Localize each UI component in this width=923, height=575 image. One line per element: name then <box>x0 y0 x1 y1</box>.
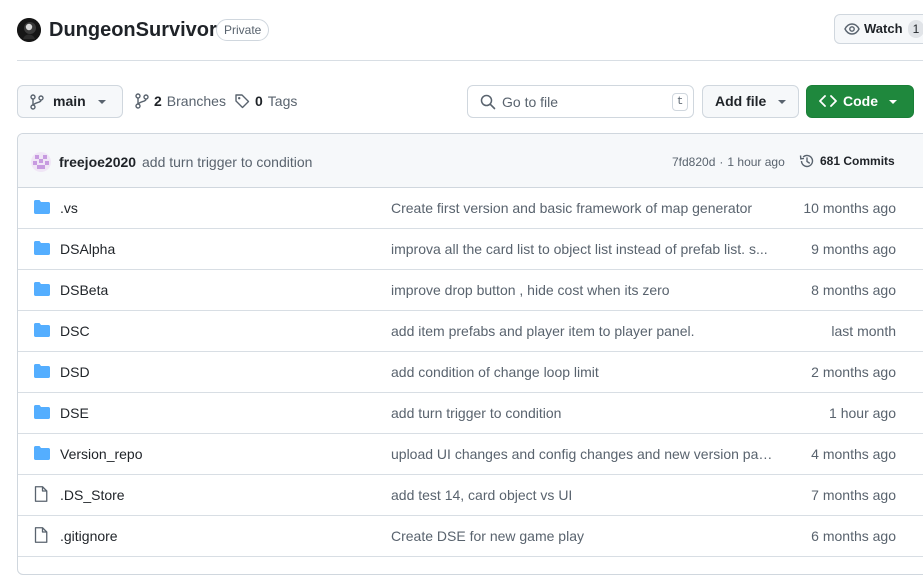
file-commit-date: 2 months ago <box>811 364 896 380</box>
watch-button[interactable]: Watch 1 <box>834 14 923 44</box>
file-commit-date: 6 months ago <box>811 528 896 544</box>
file-icon <box>34 527 48 543</box>
search-shortcut-key: t <box>672 93 688 111</box>
tags-count: 0 <box>255 93 263 109</box>
watch-label: Watch <box>864 21 903 36</box>
file-name-link[interactable]: Version_repo <box>60 445 143 463</box>
commit-hash[interactable]: 7fd820d <box>672 155 715 169</box>
file-commit-date: 8 months ago <box>811 282 896 298</box>
add-file-button[interactable]: Add file <box>702 85 799 118</box>
repo-owner-avatar[interactable] <box>17 18 41 42</box>
file-commit-message-link[interactable]: improva all the card list to object list… <box>391 240 776 258</box>
git-branch-icon <box>135 93 149 109</box>
code-icon <box>819 95 837 107</box>
folder-icon <box>34 364 50 378</box>
commit-separator: · <box>719 155 724 169</box>
commit-author-avatar[interactable] <box>31 152 51 172</box>
file-row[interactable]: .DS_Store add test 14, card object vs UI 7… <box>18 475 923 516</box>
folder-icon <box>34 323 50 337</box>
folder-icon <box>34 282 50 296</box>
branches-link[interactable]: 2 Branches <box>135 93 226 109</box>
file-name-link[interactable]: DSD <box>60 363 90 381</box>
commit-author[interactable]: freejoe2020 <box>59 153 136 171</box>
tags-link[interactable]: 0 Tags <box>234 93 297 109</box>
file-commit-date: 4 months ago <box>811 446 896 462</box>
file-name-link[interactable]: DSE <box>60 404 89 422</box>
branches-label: Branches <box>166 93 226 109</box>
go-to-file-search[interactable]: t <box>467 85 694 118</box>
file-commit-date: last month <box>831 323 896 339</box>
file-name-link[interactable]: DSC <box>60 322 90 340</box>
file-commit-message-link[interactable]: add item prefabs and player item to play… <box>391 322 776 340</box>
repo-name[interactable]: DungeonSurvivor <box>49 18 217 42</box>
file-row[interactable]: .gitignore Create DSE for new game play 6 … <box>18 516 923 557</box>
branch-selector-button[interactable]: main <box>17 85 123 118</box>
caret-down-icon <box>888 99 898 105</box>
commit-message[interactable]: add turn trigger to condition <box>142 153 312 171</box>
file-commit-message-link[interactable]: add condition of change loop limit <box>391 363 776 381</box>
file-name-link[interactable]: .gitignore <box>60 527 118 545</box>
file-commit-date: 10 months ago <box>803 200 896 216</box>
watch-count: 1 <box>908 20 923 38</box>
folder-icon <box>34 241 50 255</box>
tag-icon <box>234 93 250 109</box>
file-commit-message-link[interactable]: add test 14, card object vs UI <box>391 486 776 504</box>
commit-meta: 7fd820d · 1 hour ago <box>672 154 789 170</box>
file-name-link[interactable]: .DS_Store <box>60 486 125 504</box>
commits-history-link[interactable]: 681 Commits <box>799 152 895 170</box>
file-row[interactable]: DSBeta improve drop button , hide cost wh… <box>18 270 923 311</box>
code-label: Code <box>843 93 878 109</box>
file-table: freejoe2020 add turn trigger to conditio… <box>17 133 923 575</box>
file-commit-message-link[interactable]: Create DSE for new game play <box>391 527 776 545</box>
file-commit-date: 1 hour ago <box>829 405 896 421</box>
go-to-file-input[interactable] <box>502 86 652 117</box>
file-name-link[interactable]: DSAlpha <box>60 240 115 258</box>
file-row[interactable]: DSE add turn trigger to condition 1 hour a… <box>18 393 923 434</box>
visibility-badge: Private <box>216 19 270 41</box>
file-name-link[interactable]: DSBeta <box>60 281 108 299</box>
file-commit-date: 7 months ago <box>811 487 896 503</box>
caret-down-icon <box>777 99 787 105</box>
file-name-link[interactable]: .vs <box>60 199 78 217</box>
search-icon <box>480 94 496 110</box>
history-icon <box>799 153 815 169</box>
file-commit-message-link[interactable]: improve drop button , hide cost when its… <box>391 281 776 299</box>
branch-name: main <box>53 93 86 109</box>
file-row[interactable]: DSAlpha improva all the card list to obje… <box>18 229 923 270</box>
file-row[interactable]: Version_repo upload UI changes and config… <box>18 434 923 475</box>
file-icon <box>34 486 48 502</box>
caret-down-icon <box>97 99 107 105</box>
commit-time: 1 hour ago <box>727 155 785 169</box>
code-button[interactable]: Code <box>806 85 914 118</box>
file-row[interactable]: .vs Create first version and basic framew… <box>18 188 923 229</box>
add-file-label: Add file <box>715 93 767 109</box>
file-commit-message-link[interactable]: Create first version and basic framework… <box>391 199 776 217</box>
latest-commit-bar: freejoe2020 add turn trigger to conditio… <box>18 134 923 188</box>
tags-label: Tags <box>267 93 298 109</box>
file-row[interactable]: DSD add condition of change loop limit 2 m… <box>18 352 923 393</box>
folder-icon <box>34 446 50 460</box>
file-commit-message-link[interactable]: upload UI changes and config changes and… <box>391 445 776 463</box>
file-commit-date: 9 months ago <box>811 241 896 257</box>
header-divider <box>17 60 923 61</box>
git-branch-icon <box>30 94 44 110</box>
branches-count: 2 <box>154 93 162 109</box>
folder-icon <box>34 200 50 214</box>
commits-count-label: 681 Commits <box>820 154 895 168</box>
eye-icon <box>844 22 860 36</box>
folder-icon <box>34 405 50 419</box>
file-row[interactable]: DSC add item prefabs and player item to p… <box>18 311 923 352</box>
file-commit-message-link[interactable]: add turn trigger to condition <box>391 404 776 422</box>
